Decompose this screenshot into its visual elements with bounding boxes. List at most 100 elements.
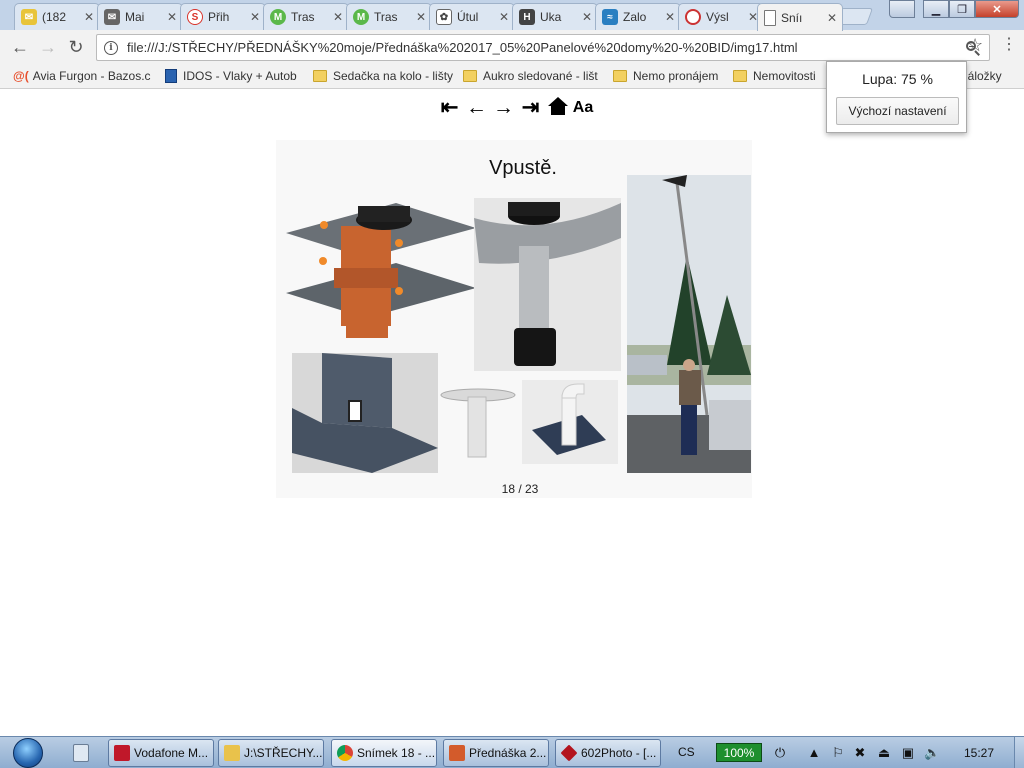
bookmark-label: Nemo pronájem (633, 69, 719, 83)
envelope-icon: ✉ (104, 9, 120, 25)
zoom-popup: Lupa: 75 % Výchozí nastavení (826, 61, 967, 133)
tab-9[interactable]: Výsl ✕ (678, 3, 764, 30)
vent-pipe-disc-picture (440, 388, 516, 458)
tab-title: Tras (291, 10, 315, 24)
restore-button[interactable]: ❐ (949, 0, 975, 18)
tab-title: Uka (540, 10, 562, 24)
red-circle-icon (685, 9, 701, 25)
installation-photo (627, 175, 751, 473)
bookmark-item[interactable]: IDOS - Vlaky + Autob (160, 66, 308, 86)
taskbar-button[interactable]: Snímek 18 - ... (331, 739, 437, 767)
bookmark-label: IDOS - Vlaky + Autob (183, 69, 297, 83)
tab-title: Sníı (781, 10, 803, 25)
show-desktop-button[interactable] (1014, 737, 1024, 768)
network-icon[interactable]: ▣ (900, 745, 916, 761)
url-text[interactable]: file:///J:/STŘECHY/PŘEDNÁŠKY%20moje/Před… (127, 40, 963, 55)
last-slide-icon[interactable]: ⇥ (517, 97, 544, 119)
usb-icon[interactable]: ⏏ (876, 745, 892, 761)
tab-2[interactable]: ✉ Mai ✕ (97, 3, 183, 30)
language-indicator[interactable]: CS (678, 745, 695, 759)
close-icon[interactable]: ✕ (415, 10, 427, 24)
windows-logo-icon (13, 738, 43, 768)
window-controls: ▁ ❐ ✕ (923, 0, 1019, 18)
start-button[interactable] (8, 738, 48, 768)
user-profile-button[interactable] (889, 0, 915, 18)
page-icon (764, 9, 776, 26)
slide-counter: 18 / 23 (501, 482, 539, 496)
folder-icon (733, 70, 747, 82)
bookmark-item[interactable]: @( Avia Furgon - Bazos.c (8, 66, 160, 86)
bookmark-item[interactable]: Nemovitosti (728, 66, 838, 86)
taskbar-button-label: J:\STŘECHY... (244, 746, 323, 760)
home-icon[interactable] (544, 96, 571, 120)
close-icon[interactable]: ✕ (826, 11, 838, 25)
volume-icon[interactable]: 🔈 (924, 745, 940, 761)
close-icon[interactable]: ✕ (581, 10, 593, 24)
battery-indicator[interactable]: 100% (716, 743, 762, 762)
power-plug-icon[interactable]: ⏻ (772, 745, 788, 761)
taskbar-button[interactable]: Vodafone M... (108, 739, 214, 767)
tab-5[interactable]: M Tras ✕ (346, 3, 432, 30)
tab-strip: ✉ (182 ✕ ✉ Mai ✕ S Přih ✕ M Tras ✕ M Tra… (0, 0, 1024, 31)
vodafone-icon (114, 745, 130, 761)
show-desktop-quick-icon[interactable] (73, 744, 89, 762)
next-slide-icon[interactable]: → (490, 97, 517, 119)
bookmark-label: Avia Furgon - Bazos.c (32, 69, 151, 83)
bookmark-item[interactable]: Aukro sledované - lišt (458, 66, 608, 86)
wave-logo-icon: ≈ (602, 9, 618, 25)
close-icon[interactable]: ✕ (664, 10, 676, 24)
tab-6[interactable]: ✿ Útul ✕ (429, 3, 515, 30)
taskbar-button-label: 602Photo - [... (581, 746, 657, 760)
taskbar-button[interactable]: J:\STŘECHY... (218, 739, 324, 767)
text-mode-button[interactable]: Aa (571, 97, 595, 119)
h-logo-icon: H (519, 9, 535, 25)
tab-10-active[interactable]: Sníı ✕ (757, 3, 843, 31)
roof-drain-pipe-picture (474, 198, 621, 371)
bookmark-item[interactable]: Sedačka na kolo - lišty (308, 66, 458, 86)
taskbar-button-label: Snímek 18 - ... (357, 746, 436, 760)
tab-7[interactable]: H Uka ✕ (512, 3, 598, 30)
taskbar-button-label: Vodafone M... (134, 746, 209, 760)
mail-envelope-icon: ✉ (21, 9, 37, 25)
tab-title: (182 (42, 10, 67, 24)
reset-zoom-button[interactable]: Výchozí nastavení (836, 97, 959, 125)
tab-8[interactable]: ≈ Zalo ✕ (595, 3, 681, 30)
tab-title: Útul (457, 10, 479, 24)
clock[interactable]: 15:27 (964, 746, 994, 760)
show-hidden-icons-icon[interactable]: ▲ (806, 745, 822, 761)
folder-icon (313, 70, 327, 82)
window-close-button[interactable]: ✕ (975, 0, 1019, 18)
folder-icon (463, 70, 477, 82)
antivirus-icon[interactable]: ✖ (852, 745, 868, 761)
first-slide-icon[interactable]: ⇤ (436, 97, 463, 119)
close-icon[interactable]: ✕ (249, 10, 261, 24)
bookmark-item[interactable]: Nemo pronájem (608, 66, 728, 86)
action-center-flag-icon[interactable]: ⚐ (830, 745, 846, 761)
roof-drain-cutaway-picture (286, 203, 476, 338)
close-icon[interactable]: ✕ (83, 10, 95, 24)
previous-slide-icon[interactable]: ← (463, 97, 490, 119)
taskbar-button[interactable]: Přednáška 2... (443, 739, 549, 767)
idos-icon (165, 69, 177, 83)
address-bar[interactable]: i file:///J:/STŘECHY/PŘEDNÁŠKY%20moje/Př… (96, 34, 990, 61)
slide-image: Vpustě. (276, 140, 752, 498)
forward-button[interactable]: → (37, 36, 59, 58)
back-button[interactable]: ← (9, 36, 31, 58)
s-logo-icon: S (187, 9, 203, 25)
browser-toolbar: ← → ↻ i file:///J:/STŘECHY/PŘEDNÁŠKY%20m… (0, 30, 1024, 64)
close-icon[interactable]: ✕ (498, 10, 510, 24)
tab-4[interactable]: M Tras ✕ (263, 3, 349, 30)
taskbar-button[interactable]: 602Photo - [... (555, 739, 661, 767)
menu-icon[interactable]: ⋮ (1001, 37, 1017, 53)
minimize-button[interactable]: ▁ (923, 0, 949, 18)
info-icon[interactable]: i (104, 40, 118, 55)
tab-3[interactable]: S Přih ✕ (180, 3, 266, 30)
zoom-level-label: Lupa: 75 % (862, 71, 933, 87)
taskbar-button-label: Přednáška 2... (469, 746, 547, 760)
close-icon[interactable]: ✕ (332, 10, 344, 24)
tab-1[interactable]: ✉ (182 ✕ (14, 3, 100, 30)
close-icon[interactable]: ✕ (166, 10, 178, 24)
windows-taskbar: Vodafone M... J:\STŘECHY... Snímek 18 - … (0, 736, 1024, 768)
reload-button[interactable]: ↻ (65, 36, 87, 58)
bookmark-star-icon[interactable]: ☆ (967, 35, 983, 56)
